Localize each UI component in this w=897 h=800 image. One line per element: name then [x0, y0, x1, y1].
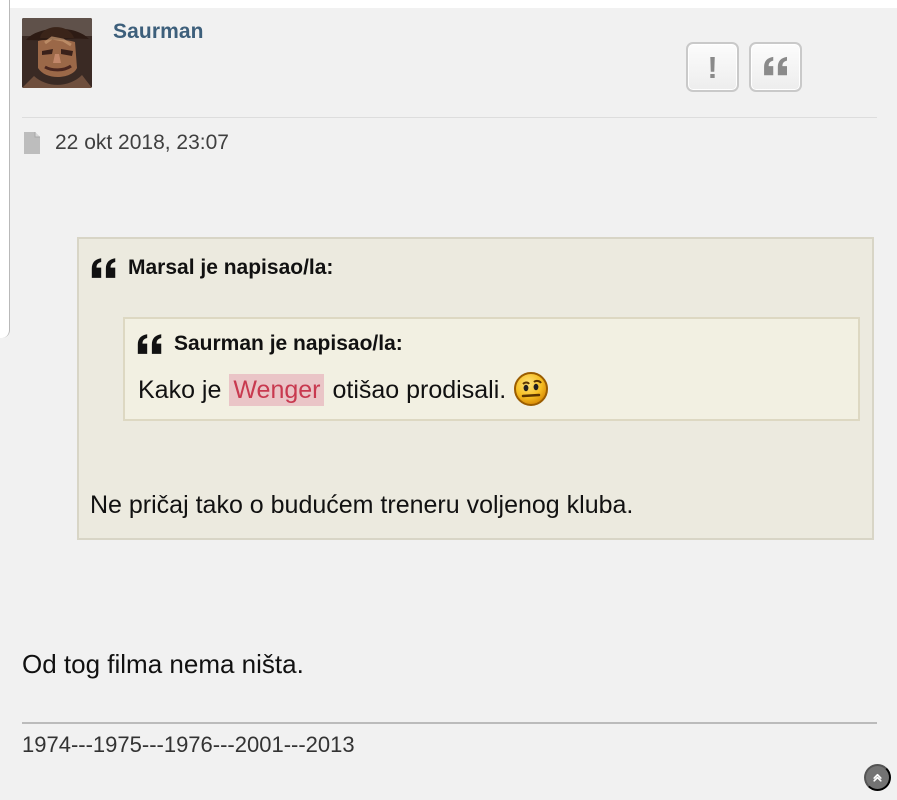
chevron-up-icon — [873, 773, 882, 782]
post-date: 22 okt 2018, 23:07 — [55, 131, 229, 154]
nested-quote-text: Kako je Wenger otišao prodisali. — [138, 372, 549, 408]
nested-quote-heading: Saurman je napisao/la: — [135, 332, 403, 356]
signature-divider — [22, 722, 877, 724]
quote-icon — [763, 56, 787, 76]
post-date-row: 22 okt 2018, 23:07 — [22, 129, 229, 157]
quote-mark-icon — [91, 257, 116, 278]
nested-text-before: Kako je — [138, 376, 222, 404]
file-icon — [24, 132, 40, 154]
highlighted-name: Wenger — [229, 374, 325, 406]
forum-post: Saurman ! 22 okt 2018, 23:07 Marsal je n… — [0, 0, 897, 800]
outer-quote: Marsal je napisao/la: Saurman je napisao… — [77, 237, 874, 540]
outer-quote-heading: Marsal je napisao/la: — [89, 256, 333, 280]
report-button[interactable]: ! — [686, 42, 739, 92]
user-signature: 1974---1975---1976---2001---2013 — [22, 732, 355, 757]
nested-quote-author-line: Saurman je napisao/la: — [174, 332, 403, 355]
quote-reply-text: Ne pričaj tako o budućem treneru voljeno… — [90, 491, 634, 519]
thinking-face-emoji — [514, 372, 549, 406]
quote-button[interactable] — [749, 42, 802, 92]
outer-quote-author-line: Marsal je napisao/la: — [128, 256, 334, 279]
post-author[interactable]: Saurman — [113, 20, 204, 44]
author-avatar[interactable] — [22, 18, 92, 88]
nested-quote: Saurman je napisao/la: Kako je Wenger ot… — [123, 317, 860, 421]
header-divider — [22, 117, 877, 118]
scroll-to-top-button[interactable] — [864, 764, 891, 791]
nested-text-after: otišao prodisali. — [332, 376, 507, 404]
quote-mark-icon — [137, 333, 162, 354]
avatar-image — [22, 18, 92, 88]
exclamation-icon: ! — [707, 49, 718, 85]
post-body-text: Od tog filma nema ništa. — [22, 649, 304, 679]
